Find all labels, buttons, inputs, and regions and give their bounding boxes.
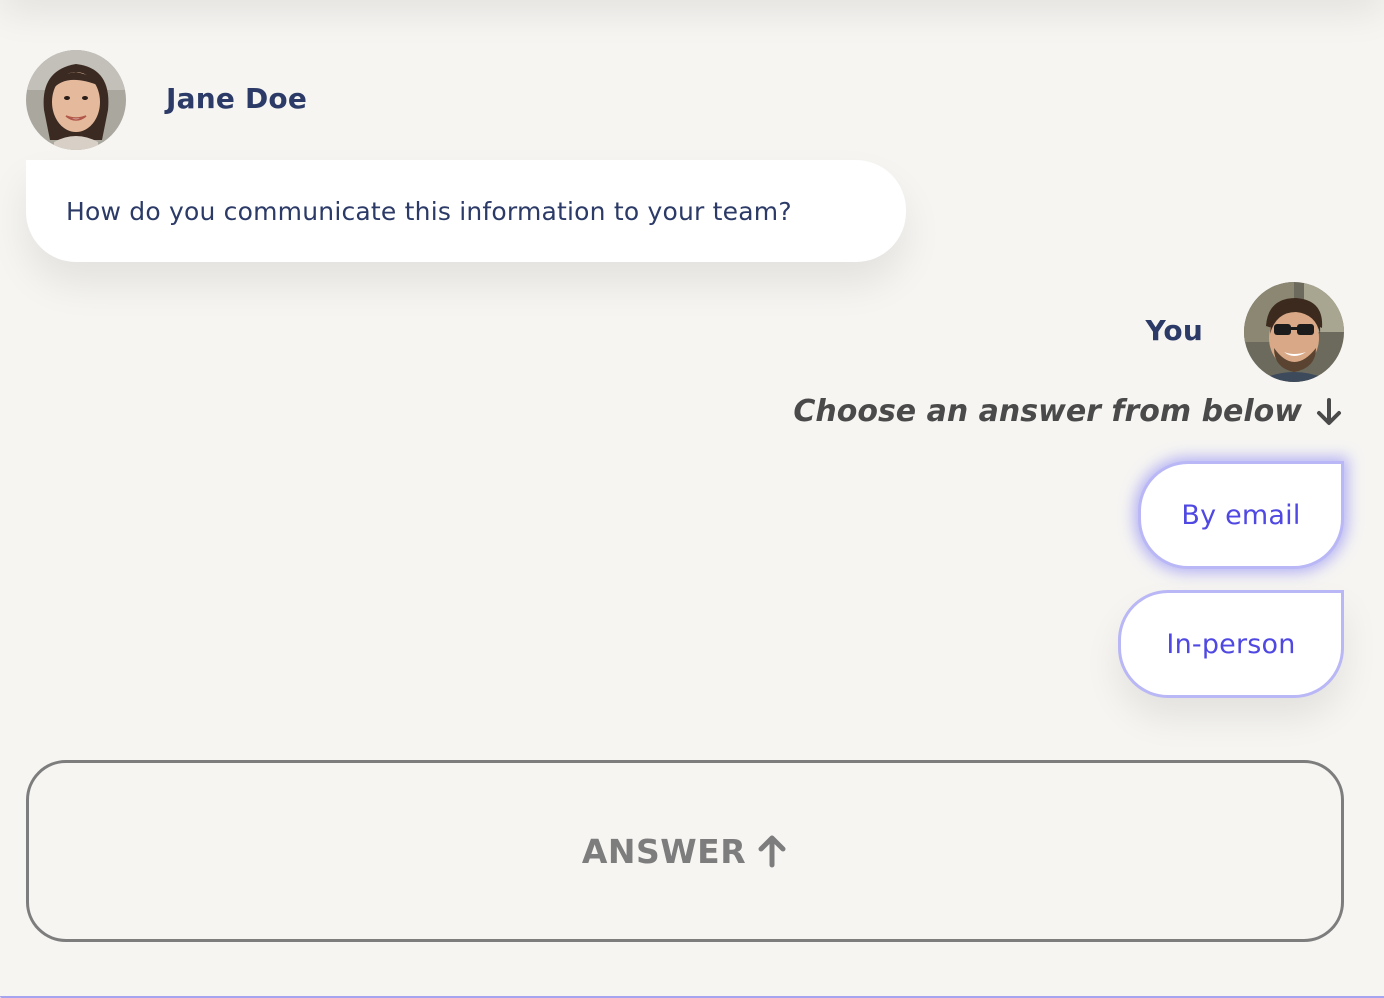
arrow-down-icon [1314, 397, 1344, 427]
choice-in-person[interactable]: In-person [1118, 590, 1344, 698]
woman-portrait-icon [26, 50, 126, 150]
choice-label: By email [1181, 499, 1301, 531]
interviewer-message-bubble: How do you communicate this information … [26, 160, 906, 262]
answer-button[interactable]: ANSWER [26, 760, 1344, 942]
answer-prompt-text: Choose an answer from below [793, 394, 1302, 429]
interviewer-name: Jane Doe [166, 82, 308, 115]
answer-button-label: ANSWER [581, 831, 747, 871]
arrow-up-icon [756, 834, 788, 868]
choice-by-email[interactable]: By email [1138, 461, 1344, 569]
answer-prompt: Choose an answer from below [793, 394, 1344, 429]
interviewer-message-text: How do you communicate this information … [66, 196, 792, 226]
man-with-sunglasses-icon [1244, 282, 1344, 382]
choice-label: In-person [1166, 628, 1296, 660]
interviewer-avatar [26, 50, 126, 150]
user-name: You [1145, 314, 1203, 347]
user-avatar [1244, 282, 1344, 382]
